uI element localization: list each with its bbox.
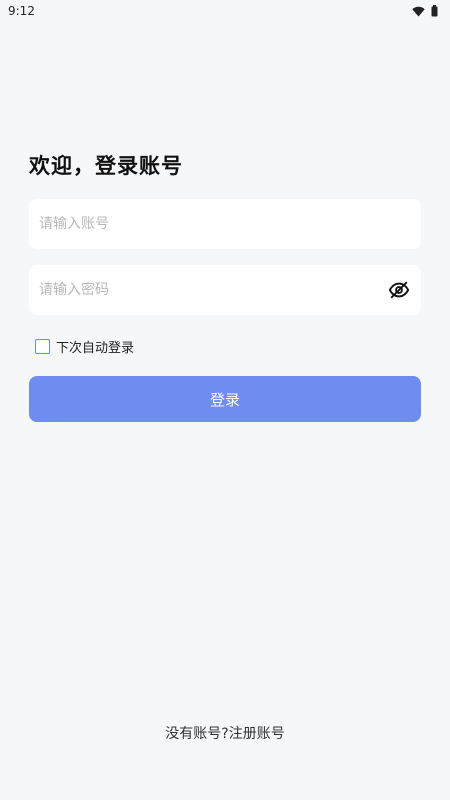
status-icons: [412, 5, 438, 17]
account-input[interactable]: [29, 199, 421, 249]
register-link[interactable]: 没有账号?注册账号: [0, 723, 450, 743]
login-button[interactable]: 登录: [29, 376, 421, 422]
remember-login-toggle[interactable]: 下次自动登录: [35, 337, 134, 356]
eye-off-icon[interactable]: [387, 278, 411, 302]
status-time: 9:12: [8, 4, 35, 18]
login-screen: 9:12 欢迎，登录账号 请输入账号 下次自动登录 登录 没有账号?注册账号: [0, 0, 450, 800]
password-field-container: [29, 265, 421, 315]
status-bar: 9:12: [0, 0, 450, 22]
wifi-icon: [412, 6, 425, 17]
remember-checkbox[interactable]: [35, 339, 50, 354]
page-title: 欢迎，登录账号: [29, 154, 183, 178]
password-input[interactable]: [29, 265, 421, 315]
remember-label: 下次自动登录: [56, 341, 135, 356]
battery-icon: [431, 5, 438, 17]
account-field-container: [29, 199, 421, 249]
